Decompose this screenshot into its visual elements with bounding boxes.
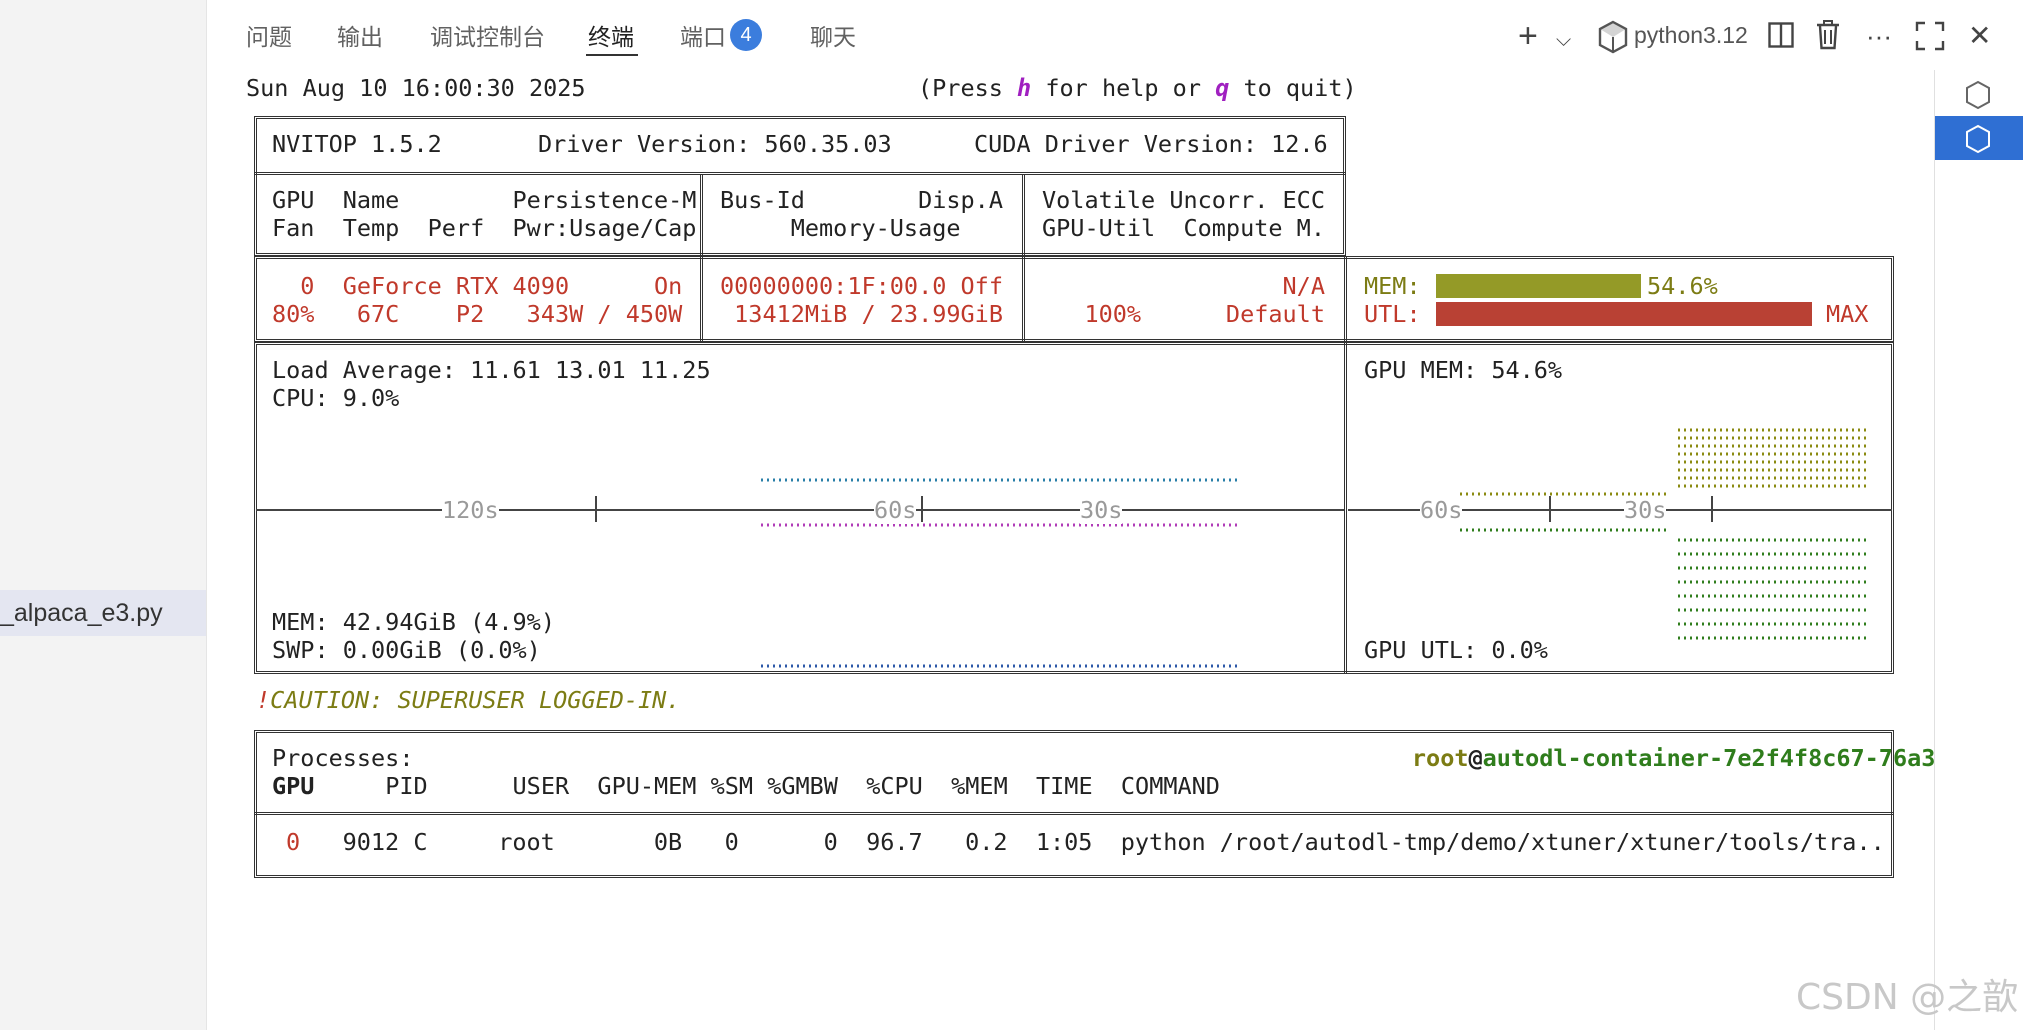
close-icon[interactable]: ✕ xyxy=(1968,18,1991,54)
ports-count-badge: 4 xyxy=(730,19,762,51)
terminal-instance-2[interactable] xyxy=(1935,116,2023,160)
tab-debug-console[interactable]: 调试控制台 xyxy=(430,18,545,52)
cpu-history-graph xyxy=(256,478,1344,668)
kernel-name[interactable]: python3.12 xyxy=(1634,22,1748,49)
process-row[interactable]: 0 9012 C root 0B 0 0 96.7 0.2 1:05 pytho… xyxy=(286,828,1885,856)
maximize-panel-icon[interactable] xyxy=(1915,21,1945,51)
tab-problems[interactable]: 问题 xyxy=(246,18,292,52)
terminal-list xyxy=(1934,70,2026,1030)
trash-icon[interactable] xyxy=(1816,20,1840,50)
python-kernel-icon xyxy=(1598,20,1628,54)
python-terminal-icon xyxy=(1966,80,1990,110)
tab-chat[interactable]: 聊天 xyxy=(810,18,856,52)
history-graph-lines xyxy=(256,428,1892,668)
watermark: CSDN @之歆 xyxy=(1796,977,2019,1018)
tab-terminal[interactable]: 终端 xyxy=(588,18,634,52)
explorer-panel: _alpaca_e3.py xyxy=(0,0,207,1030)
terminal-instance-1[interactable] xyxy=(1935,72,2023,116)
python-terminal-icon xyxy=(1966,124,1990,154)
user-host: root@autodl-container-7e2f4f8c67-76a3653… xyxy=(1411,744,1992,772)
new-terminal-icon[interactable]: + xyxy=(1518,18,1538,54)
tab-ports[interactable]: 端口 xyxy=(680,18,726,52)
active-tab-indicator xyxy=(586,54,638,56)
processes-title: Processes: xyxy=(272,744,414,772)
file-item[interactable]: _alpaca_e3.py xyxy=(0,590,206,636)
process-table-header: GPU PID USER GPU-MEM %SM %GMBW %CPU %MEM… xyxy=(272,772,1220,800)
tab-output[interactable]: 输出 xyxy=(337,18,383,52)
axis-120s: 120s xyxy=(442,496,499,524)
more-actions-icon[interactable]: ··· xyxy=(1866,18,1892,54)
terminal-output[interactable]: Sun Aug 10 16:00:30 2025 (Press h for he… xyxy=(206,70,1992,1030)
chevron-down-icon[interactable]: ⌵ xyxy=(1556,22,1571,58)
gpu-history-graph xyxy=(1348,428,1892,640)
panel-tabbar: 问题 输出 调试控制台 终端 端口 4 聊天 + ⌵ python3.12 ··… xyxy=(206,0,2026,70)
axis-60s: 60s xyxy=(874,496,917,524)
gpu-axis-30s: 30s xyxy=(1624,496,1667,524)
axis-30s: 30s xyxy=(1080,496,1123,524)
split-terminal-icon[interactable] xyxy=(1768,22,1794,48)
gpu-axis-60s: 60s xyxy=(1420,496,1463,524)
caution-message: !CAUTION: SUPERUSER LOGGED-IN. xyxy=(256,686,681,714)
